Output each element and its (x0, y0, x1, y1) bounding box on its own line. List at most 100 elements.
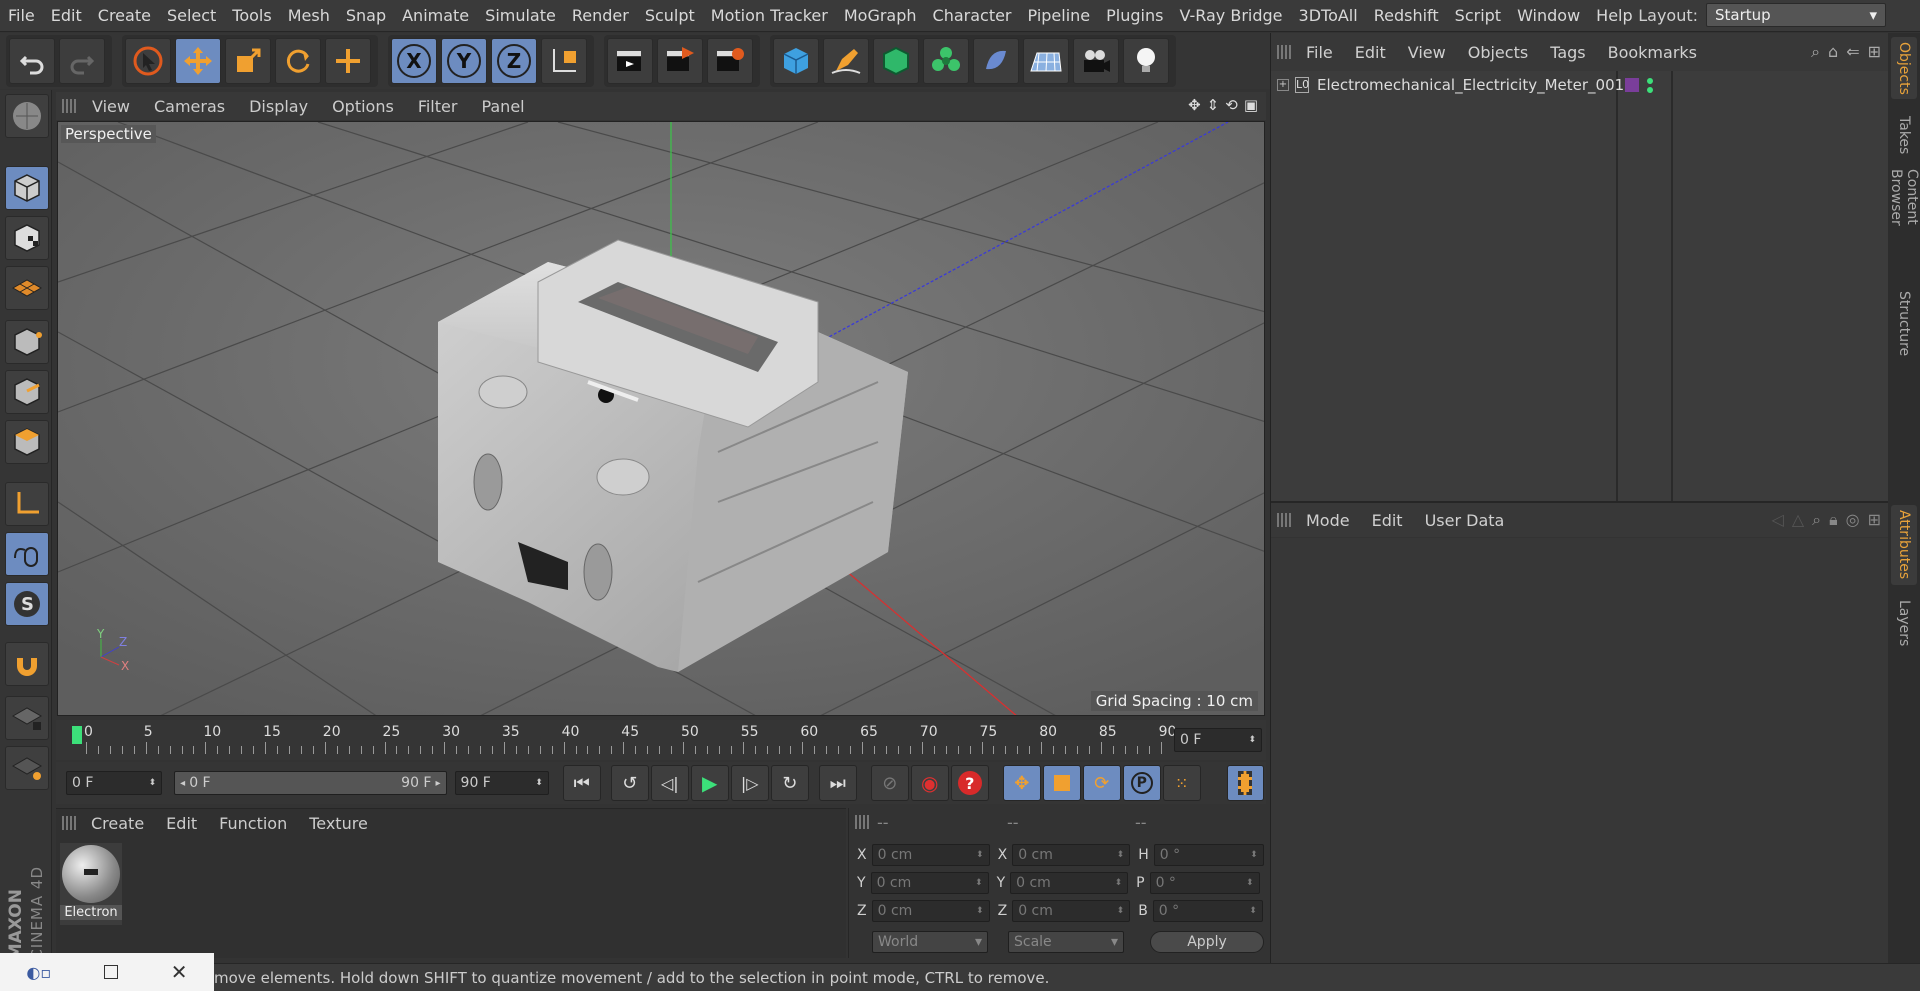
next-key-button[interactable]: ↻ (770, 765, 809, 801)
axis-mode-button[interactable] (5, 482, 49, 526)
back-arrow-icon[interactable]: ◁ (1772, 510, 1784, 530)
material-menu-edit[interactable]: Edit (155, 814, 208, 833)
light-button[interactable] (1123, 38, 1169, 84)
lock-icon[interactable]: 🔒︎ (1829, 510, 1838, 530)
render-settings-button[interactable] (707, 38, 753, 84)
size-mode-dropdown[interactable]: Scale ▾ (1008, 931, 1124, 953)
menu-plugins[interactable]: Plugins (1098, 6, 1171, 25)
parameter-key-button[interactable]: P (1122, 765, 1161, 801)
rot-h-field[interactable]: 0 ° ⬍ (1153, 844, 1264, 866)
timeline-window-button[interactable] (1226, 765, 1264, 801)
scale-key-button[interactable] (1042, 765, 1081, 801)
perspective-viewport[interactable]: Perspective Grid Spacing : 10 cm Y Z X (57, 121, 1265, 716)
tweak-mode-button[interactable] (5, 532, 49, 576)
tab-attributes[interactable]: Attributes (1891, 505, 1917, 585)
app-restore-icon[interactable]: ◐▫ (26, 963, 51, 982)
expand-icon[interactable]: + (1277, 79, 1289, 91)
pos-x-field[interactable]: 0 cm ⬍ (871, 844, 990, 866)
rotation-key-button[interactable]: ⟳ (1082, 765, 1121, 801)
tab-objects[interactable]: Objects (1891, 37, 1917, 99)
render-view-button[interactable] (607, 38, 653, 84)
maximize-view-icon[interactable]: ▣ (1244, 96, 1258, 114)
end-frame-field[interactable]: 90 F ⬍ (454, 771, 549, 795)
material-menu-function[interactable]: Function (208, 814, 298, 833)
new-manager-icon[interactable]: ⊞ (1868, 510, 1881, 530)
tab-content-browser[interactable]: Content Browser (1888, 169, 1920, 281)
previous-key-button[interactable]: ↺ (610, 765, 649, 801)
object-name[interactable]: Electromechanical_Electricity_Meter_001 (1317, 76, 1624, 94)
material-menu-texture[interactable]: Texture (298, 814, 379, 833)
menu-3dtoall[interactable]: 3DToAll (1291, 6, 1366, 25)
visibility-dots-icon[interactable] (1647, 76, 1653, 94)
viewport-menu-display[interactable]: Display (237, 97, 320, 116)
make-editable-button[interactable] (5, 94, 49, 138)
points-mode-button[interactable] (5, 320, 49, 364)
arrows-icon[interactable]: ⇐ (1846, 42, 1859, 62)
size-y-field[interactable]: 0 cm ⬍ (1010, 872, 1129, 894)
live-selection-button[interactable] (125, 38, 171, 84)
size-z-field[interactable]: 0 cm ⬍ (1012, 900, 1131, 922)
dolly-icon[interactable]: ⇕ (1207, 96, 1220, 114)
tab-layers[interactable]: Layers (1891, 595, 1917, 651)
render-to-picture-viewer-button[interactable] (657, 38, 703, 84)
menu-tools[interactable]: Tools (224, 6, 279, 25)
menu-select[interactable]: Select (159, 6, 224, 25)
menu-file[interactable]: File (0, 6, 43, 25)
menu-window[interactable]: Window (1509, 6, 1588, 25)
menu-vray-bridge[interactable]: V-Ray Bridge (1171, 6, 1290, 25)
menu-simulate[interactable]: Simulate (477, 6, 564, 25)
y-axis-lock-button[interactable]: Y (441, 38, 487, 84)
undo-button[interactable] (9, 38, 55, 84)
menu-create[interactable]: Create (90, 6, 159, 25)
floor-button[interactable] (1023, 38, 1069, 84)
menu-redshift[interactable]: Redshift (1366, 6, 1447, 25)
edges-mode-button[interactable] (5, 370, 49, 414)
menu-pipeline[interactable]: Pipeline (1020, 6, 1099, 25)
rot-p-field[interactable]: 0 ° ⬍ (1149, 872, 1260, 894)
layout-dropdown[interactable]: Startup ▾ (1706, 3, 1886, 27)
position-key-button[interactable]: ✥ (1002, 765, 1041, 801)
move-tool-button[interactable] (175, 38, 221, 84)
target-icon[interactable]: ◎ (1846, 510, 1860, 530)
maximize-icon[interactable] (104, 965, 118, 979)
menu-animate[interactable]: Animate (394, 6, 477, 25)
current-frame-field[interactable]: 0 F ⬍ (1174, 728, 1262, 752)
x-axis-lock-button[interactable]: X (391, 38, 437, 84)
apply-button[interactable]: Apply (1150, 931, 1264, 953)
orbit-icon[interactable]: ⟲ (1225, 96, 1238, 114)
timeline-ruler[interactable]: 0 5 10 15 20 25 30 35 40 45 50 55 60 65 70 75 80 85 90 0 F… (56, 720, 1266, 760)
menu-mograph[interactable]: MoGraph (836, 6, 925, 25)
go-to-end-button[interactable]: ⏭ (818, 765, 857, 801)
material-menu-create[interactable]: Create (80, 814, 155, 833)
viewport-camera-label[interactable]: Perspective (61, 125, 156, 143)
preview-range-slider[interactable]: ◂ 0 F 90 F ▸ (174, 771, 447, 795)
menu-snap[interactable]: Snap (338, 6, 394, 25)
scale-tool-button[interactable] (225, 38, 271, 84)
recent-tool-button[interactable] (325, 38, 371, 84)
attributes-menu-mode[interactable]: Mode (1295, 511, 1361, 530)
objects-menu-view[interactable]: View (1397, 43, 1457, 62)
pos-y-field[interactable]: 0 cm ⬍ (870, 872, 989, 894)
tab-structure[interactable]: Structure (1891, 289, 1917, 359)
model-mode-button[interactable] (5, 166, 49, 210)
coordinate-system-button[interactable] (541, 38, 587, 84)
home-icon[interactable]: ⌂ (1828, 42, 1838, 62)
objects-menu-bookmarks[interactable]: Bookmarks (1597, 43, 1708, 62)
redo-button[interactable] (59, 38, 105, 84)
previous-frame-button[interactable]: ◁| (650, 765, 689, 801)
objects-menu-edit[interactable]: Edit (1344, 43, 1397, 62)
attributes-menu-edit[interactable]: Edit (1361, 511, 1414, 530)
snap-button[interactable] (5, 642, 49, 686)
attributes-menu-user-data[interactable]: User Data (1414, 511, 1516, 530)
viewport-menu-cameras[interactable]: Cameras (142, 97, 237, 116)
coordinate-space-dropdown[interactable]: World ▾ (872, 931, 988, 953)
menu-character[interactable]: Character (925, 6, 1020, 25)
pos-z-field[interactable]: 0 cm ⬍ (871, 900, 990, 922)
viewport-menu-panel[interactable]: Panel (469, 97, 536, 116)
size-x-field[interactable]: 0 cm ⬍ (1012, 844, 1131, 866)
solo-mode-button[interactable]: S (5, 582, 49, 626)
camera-button[interactable] (1073, 38, 1119, 84)
menu-help[interactable]: Help (1588, 6, 1640, 25)
rot-b-field[interactable]: 0 ° ⬍ (1152, 900, 1263, 922)
viewport-menu-view[interactable]: View (80, 97, 142, 116)
